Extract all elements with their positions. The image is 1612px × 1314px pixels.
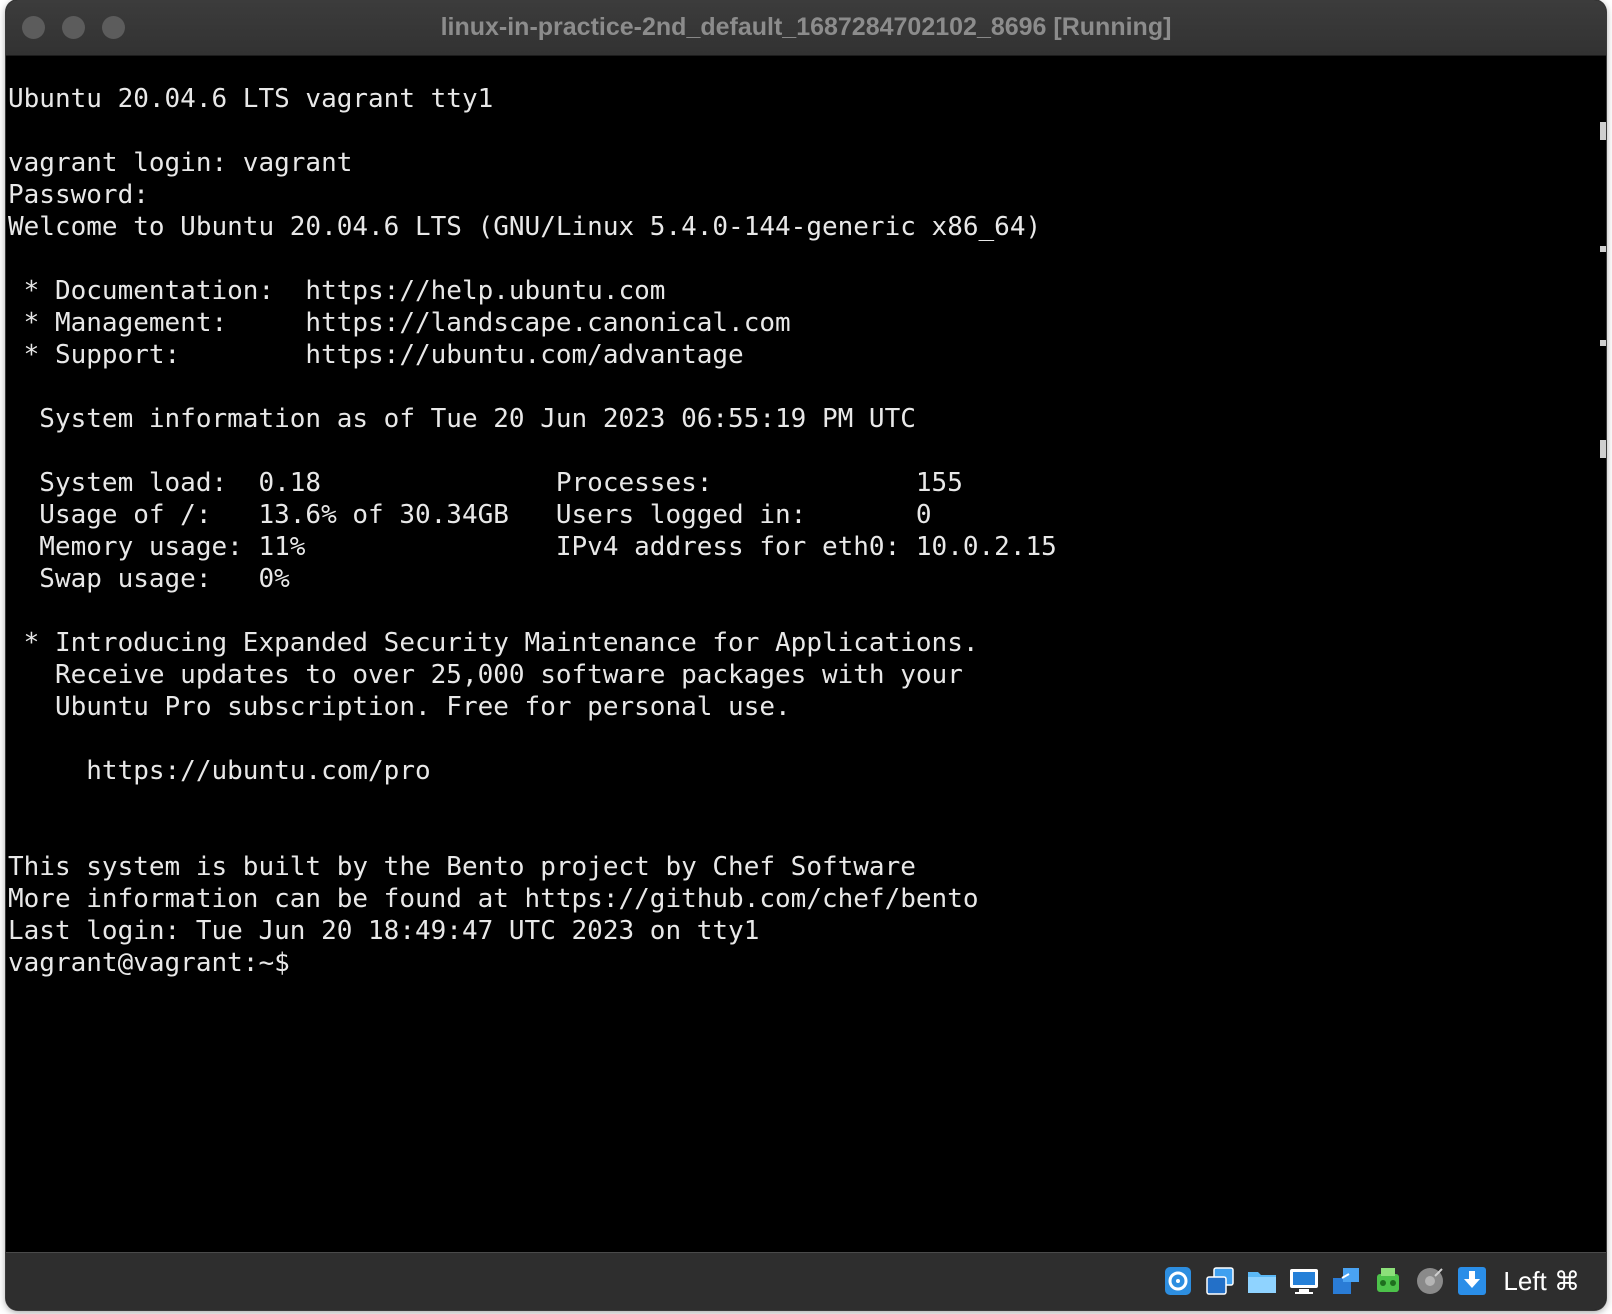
console-line: System information as of Tue 20 Jun 2023… bbox=[8, 404, 916, 434]
vm-window: linux-in-practice-2nd_default_1687284702… bbox=[6, 0, 1606, 1310]
vm-console-screen[interactable]: Ubuntu 20.04.6 LTS vagrant tty1 vagrant … bbox=[6, 56, 1606, 1252]
status-icon-group: Left ⌘ bbox=[1161, 1263, 1580, 1299]
shared-folders-icon[interactable] bbox=[1245, 1264, 1279, 1298]
video-capture-icon[interactable] bbox=[1413, 1264, 1447, 1298]
scroll-indicator bbox=[1600, 440, 1606, 458]
host-key-label[interactable]: Left ⌘ bbox=[1503, 1266, 1580, 1297]
console-line: vagrant login: vagrant bbox=[8, 148, 353, 178]
network-icon[interactable] bbox=[1329, 1264, 1363, 1298]
optical-drive-icon[interactable] bbox=[1203, 1264, 1237, 1298]
console-line: * Documentation: https://help.ubuntu.com bbox=[8, 276, 666, 306]
vm-status-bar: Left ⌘ bbox=[6, 1252, 1606, 1310]
console-line: * Introducing Expanded Security Maintena… bbox=[8, 628, 979, 658]
usb-icon[interactable] bbox=[1371, 1264, 1405, 1298]
console-line: Ubuntu 20.04.6 LTS vagrant tty1 bbox=[8, 84, 494, 114]
title-bar[interactable]: linux-in-practice-2nd_default_1687284702… bbox=[6, 0, 1606, 56]
console-line: Welcome to Ubuntu 20.04.6 LTS (GNU/Linux… bbox=[8, 212, 1042, 242]
console-line: Swap usage: 0% bbox=[8, 564, 290, 594]
console-line: This system is built by the Bento projec… bbox=[8, 852, 916, 882]
console-line: Last login: Tue Jun 20 18:49:47 UTC 2023… bbox=[8, 916, 760, 946]
console-line: Ubuntu Pro subscription. Free for person… bbox=[8, 692, 791, 722]
console-output: Ubuntu 20.04.6 LTS vagrant tty1 vagrant … bbox=[8, 83, 1057, 979]
console-line: Usage of /: 13.6% of 30.34GB Users logge… bbox=[8, 500, 932, 530]
scroll-indicator bbox=[1600, 122, 1606, 140]
console-line: Memory usage: 11% IPv4 address for eth0:… bbox=[8, 532, 1057, 562]
window-title: linux-in-practice-2nd_default_1687284702… bbox=[440, 13, 1172, 41]
console-line: Password: bbox=[8, 180, 149, 210]
console-line: System load: 0.18 Processes: 155 bbox=[8, 468, 963, 498]
console-line: Receive updates to over 25,000 software … bbox=[8, 660, 963, 690]
scroll-indicator bbox=[1600, 246, 1606, 252]
console-line: * Support: https://ubuntu.com/advantage bbox=[8, 340, 744, 370]
console-line: * Management: https://landscape.canonica… bbox=[8, 308, 791, 338]
display-icon[interactable] bbox=[1287, 1264, 1321, 1298]
shell-prompt: vagrant@vagrant:~$ bbox=[8, 948, 290, 978]
console-line: More information can be found at https:/… bbox=[8, 884, 979, 914]
scroll-indicator bbox=[1600, 340, 1606, 346]
hard-disk-icon[interactable] bbox=[1161, 1264, 1195, 1298]
mouse-integration-icon[interactable] bbox=[1455, 1264, 1489, 1298]
console-line: https://ubuntu.com/pro bbox=[8, 756, 431, 786]
